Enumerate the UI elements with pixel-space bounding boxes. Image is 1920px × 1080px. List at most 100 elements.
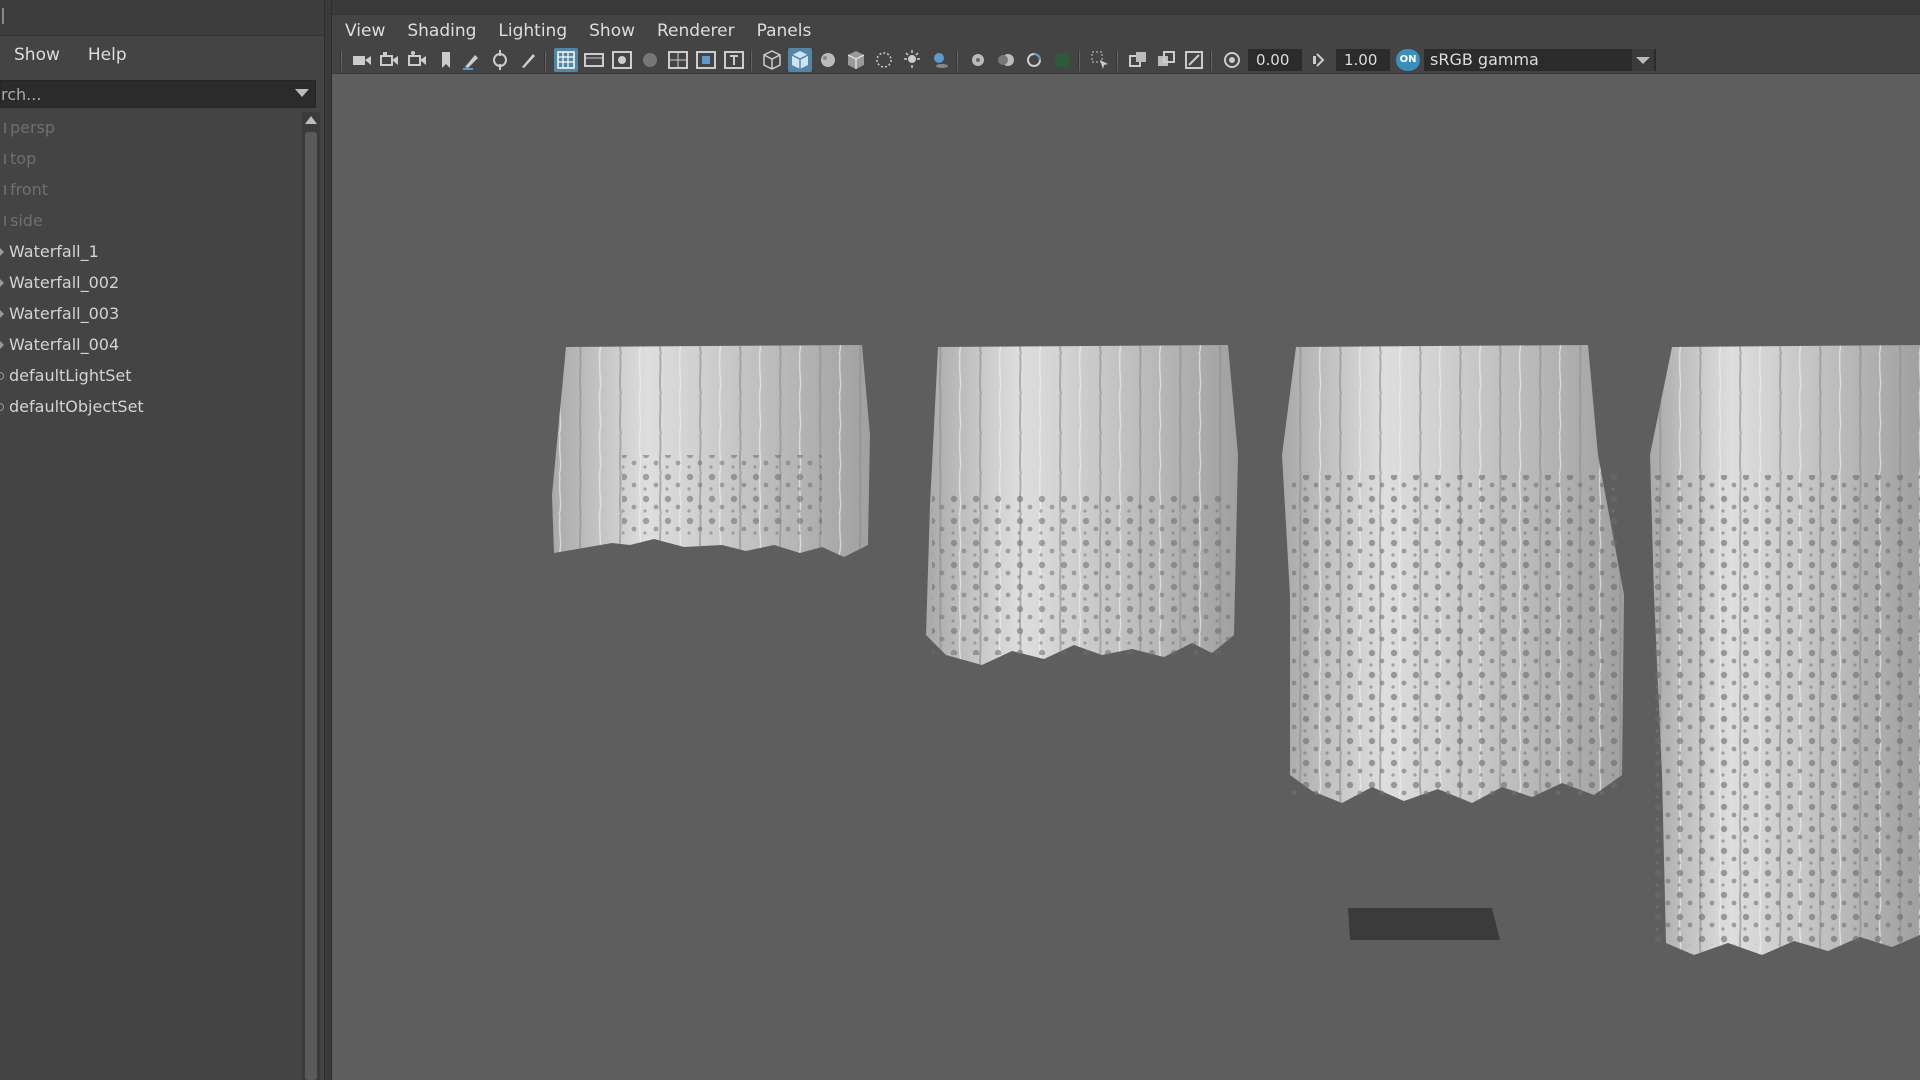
menu-show[interactable]: Show bbox=[589, 21, 635, 41]
exposure-reset-icon[interactable] bbox=[1220, 48, 1244, 72]
exposure-field[interactable]: 0.00 bbox=[1248, 49, 1302, 71]
outliner-item-waterfall-004[interactable]: Waterfall_004 bbox=[0, 329, 300, 360]
viewport-panel: View Shading Lighting Show Renderer Pane… bbox=[332, 0, 1920, 1080]
xray-joints-icon[interactable] bbox=[1182, 48, 1206, 72]
menu-help[interactable]: Help bbox=[88, 45, 127, 65]
menu-lighting[interactable]: Lighting bbox=[498, 21, 567, 41]
gate-mask-icon[interactable] bbox=[638, 48, 662, 72]
camera-attributes-icon[interactable] bbox=[378, 48, 402, 72]
film-gate-icon[interactable] bbox=[582, 48, 606, 72]
shadows-icon[interactable] bbox=[928, 48, 952, 72]
toolbar-separator bbox=[1210, 51, 1212, 71]
gamma-field[interactable]: 1.00 bbox=[1336, 49, 1390, 71]
toolbar-separator bbox=[956, 51, 958, 71]
viewport-menubar: View Shading Lighting Show Renderer Pane… bbox=[332, 14, 1920, 46]
menu-renderer[interactable]: Renderer bbox=[657, 21, 735, 41]
3d-viewport-canvas[interactable] bbox=[332, 75, 1920, 1080]
menu-view[interactable]: View bbox=[345, 21, 385, 41]
outliner-item-label: defaultObjectSet bbox=[9, 397, 144, 416]
toolbar-separator bbox=[340, 51, 342, 71]
outliner-item-waterfall-003[interactable]: Waterfall_003 bbox=[0, 298, 300, 329]
outliner-item-label: front bbox=[10, 180, 49, 199]
expand-arrow-icon[interactable] bbox=[0, 340, 4, 349]
toolbar-separator bbox=[750, 51, 752, 71]
outliner-item-top[interactable]: top bbox=[0, 143, 300, 174]
expand-arrow-icon[interactable] bbox=[0, 278, 4, 287]
waterfall-004-mesh[interactable] bbox=[1650, 345, 1920, 955]
motion-blur-icon[interactable] bbox=[994, 48, 1018, 72]
menu-show[interactable]: Show bbox=[14, 45, 60, 65]
waterfall-002-mesh[interactable] bbox=[926, 345, 1238, 665]
toolbar-separator bbox=[1116, 51, 1118, 71]
safe-title-icon[interactable] bbox=[722, 48, 746, 72]
outliner-item-persp[interactable]: persp bbox=[0, 112, 300, 143]
paint-brush-icon[interactable] bbox=[516, 48, 540, 72]
field-chart-icon[interactable] bbox=[666, 48, 690, 72]
outliner-item-label: Waterfall_003 bbox=[9, 304, 120, 323]
anti-aliasing-icon[interactable] bbox=[1022, 48, 1046, 72]
panel-splitter[interactable] bbox=[324, 0, 332, 1080]
outliner-panel: Show Help persp top front side Waterfall… bbox=[0, 0, 324, 1080]
outliner-title-strip bbox=[0, 0, 324, 36]
2d-pan-zoom-icon[interactable] bbox=[488, 48, 512, 72]
menu-shading[interactable]: Shading bbox=[407, 21, 476, 41]
expand-arrow-icon[interactable] bbox=[0, 247, 4, 256]
outliner-item-label: top bbox=[10, 149, 37, 168]
screen-space-ao-icon[interactable] bbox=[966, 48, 990, 72]
view-transform-label: sRGB gamma bbox=[1430, 50, 1539, 69]
gamma-reset-icon[interactable] bbox=[1308, 48, 1332, 72]
outliner-item-waterfall-1[interactable]: Waterfall_1 bbox=[0, 236, 300, 267]
scroll-up-arrow-icon[interactable] bbox=[305, 116, 317, 124]
camera-icon bbox=[0, 122, 6, 133]
camera-icon bbox=[0, 215, 6, 226]
wireframe-on-shaded-icon[interactable] bbox=[844, 48, 868, 72]
ground-plane-mesh[interactable] bbox=[1348, 908, 1500, 940]
outliner-scrollbar[interactable] bbox=[302, 112, 320, 1080]
outliner-item-label: Waterfall_002 bbox=[9, 273, 120, 292]
maya-window: Show Help persp top front side Waterfall… bbox=[0, 0, 1920, 1080]
outliner-item-front[interactable]: front bbox=[0, 174, 300, 205]
outliner-item-label: persp bbox=[10, 118, 56, 137]
select-camera-icon[interactable] bbox=[350, 48, 374, 72]
outliner-search-input[interactable] bbox=[1, 81, 281, 107]
expand-arrow-icon[interactable] bbox=[0, 309, 4, 318]
search-options-dropdown-icon[interactable] bbox=[295, 89, 309, 97]
use-all-lights-icon[interactable] bbox=[900, 48, 924, 72]
default-material-icon[interactable] bbox=[816, 48, 840, 72]
xray-active-components-icon[interactable] bbox=[1154, 48, 1178, 72]
outliner-search-box bbox=[0, 80, 316, 108]
resolution-gate-icon[interactable] bbox=[610, 48, 634, 72]
bookmark-icon[interactable] bbox=[434, 48, 458, 72]
chevron-down-icon[interactable] bbox=[1632, 49, 1654, 71]
grid-toggle-icon[interactable] bbox=[554, 48, 578, 72]
toolbar-separator bbox=[544, 51, 546, 71]
viewport-scene bbox=[552, 345, 1920, 955]
isolate-select-icon[interactable] bbox=[1088, 48, 1112, 72]
panel-handle[interactable] bbox=[2, 8, 10, 24]
outliner-item-side[interactable]: side bbox=[0, 205, 300, 236]
textured-icon[interactable] bbox=[872, 48, 896, 72]
outliner-item-label: Waterfall_1 bbox=[9, 242, 99, 261]
camera-icon bbox=[0, 184, 6, 195]
set-icon bbox=[0, 402, 4, 411]
image-plane-icon[interactable] bbox=[406, 48, 430, 72]
outliner-menubar: Show Help bbox=[0, 40, 141, 70]
waterfall-1-mesh[interactable] bbox=[552, 345, 870, 557]
outliner-item-label: defaultLightSet bbox=[9, 366, 132, 385]
grease-pencil-icon[interactable] bbox=[460, 48, 484, 72]
outliner-item-default-object-set[interactable]: defaultObjectSet bbox=[0, 391, 300, 422]
view-transform-dropdown[interactable]: sRGB gamma bbox=[1424, 49, 1656, 71]
safe-action-icon[interactable] bbox=[694, 48, 718, 72]
waterfall-003-mesh[interactable] bbox=[1282, 345, 1624, 803]
outliner-item-label: side bbox=[10, 211, 43, 230]
outliner-item-waterfall-002[interactable]: Waterfall_002 bbox=[0, 267, 300, 298]
depth-of-field-icon[interactable] bbox=[1050, 48, 1074, 72]
menu-panels[interactable]: Panels bbox=[757, 21, 812, 41]
set-icon bbox=[0, 371, 4, 380]
outliner-item-default-light-set[interactable]: defaultLightSet bbox=[0, 360, 300, 391]
scrollbar-thumb[interactable] bbox=[305, 132, 317, 1080]
smooth-shade-icon[interactable] bbox=[788, 48, 812, 72]
xray-icon[interactable] bbox=[1126, 48, 1150, 72]
color-management-toggle[interactable]: ON bbox=[1396, 49, 1420, 71]
wireframe-icon[interactable] bbox=[760, 48, 784, 72]
